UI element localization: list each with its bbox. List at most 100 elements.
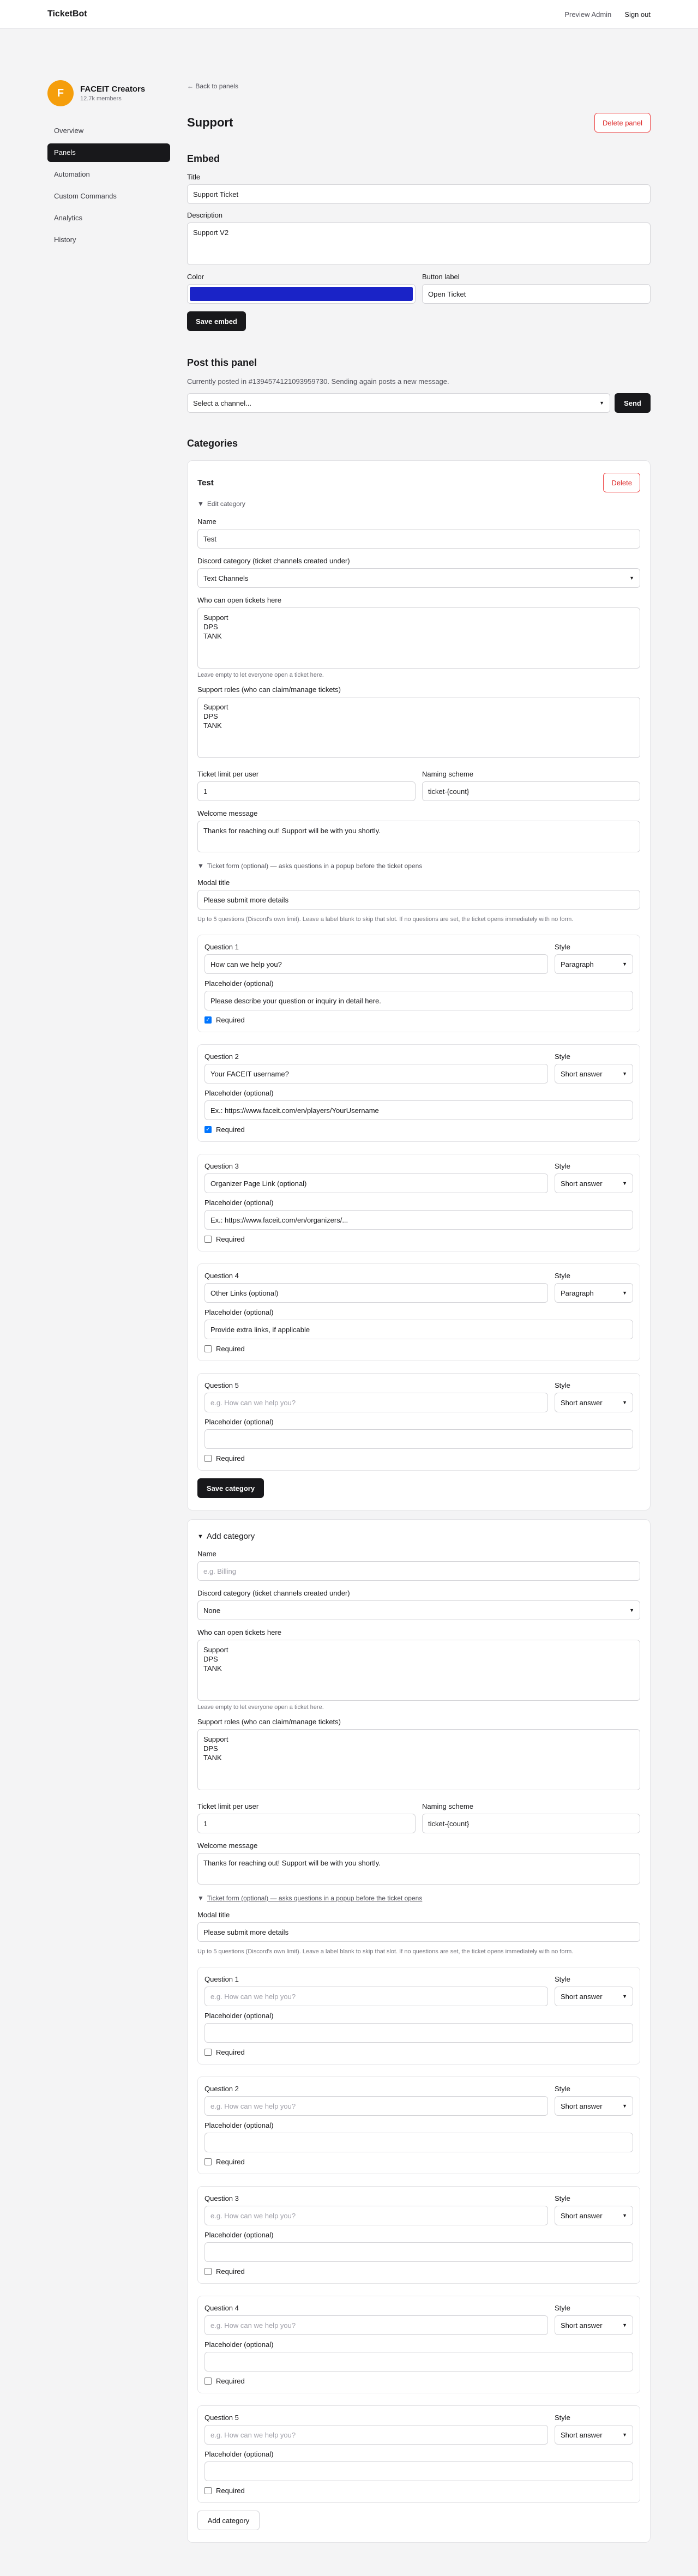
category-name-input[interactable]: Test [197, 529, 640, 549]
style-select[interactable]: Short answer ▼ [555, 1173, 633, 1193]
style-select[interactable]: Paragraph ▼ [555, 1283, 633, 1303]
ticket-limit-input[interactable]: 1 [197, 781, 416, 801]
embed-title-input[interactable]: Support Ticket [187, 184, 651, 204]
add-naming-scheme-input[interactable]: ticket-{count} [422, 1814, 640, 1833]
support-roles-list[interactable]: Support DPS TANK [197, 697, 640, 758]
add-welcome-message-textarea[interactable]: Thanks for reaching out! Support will be… [197, 1853, 640, 1885]
required-checkbox[interactable] [204, 2487, 212, 2494]
style-select[interactable]: Short answer ▼ [555, 1064, 633, 1084]
style-select[interactable]: Short answer ▼ [555, 1987, 633, 2006]
sidebar-item-overview[interactable]: Overview [47, 122, 170, 140]
style-select[interactable]: Short answer ▼ [555, 2425, 633, 2445]
color-swatch [190, 287, 413, 301]
question-input[interactable]: Other Links (optional) [204, 1283, 548, 1303]
ticket-limit-label: Ticket limit per user [197, 770, 259, 778]
placeholder-input[interactable] [204, 2352, 633, 2372]
required-label: Required [216, 2487, 245, 2495]
required-checkbox[interactable]: ✓ [204, 1126, 212, 1133]
chevron-down-icon: ▼ [622, 2322, 627, 2328]
add-discord-category-select[interactable]: None ▼ [197, 1600, 640, 1620]
brand-logo[interactable]: TicketBot [47, 9, 87, 19]
ticket-form-toggle[interactable]: ▼ Ticket form (optional) — asks questions… [197, 862, 640, 870]
embed-color-picker[interactable] [187, 284, 416, 304]
chevron-down-icon: ▼ [622, 1181, 627, 1186]
placeholder-input[interactable] [204, 2461, 633, 2481]
add-who-can-open-list[interactable]: Support DPS TANK [197, 1640, 640, 1701]
save-category-button[interactable]: Save category [197, 1478, 264, 1498]
question-input[interactable]: e.g. How can we help you? [204, 1393, 548, 1412]
placeholder-input[interactable] [204, 2023, 633, 2043]
back-to-panels-link[interactable]: ← Back to panels [187, 82, 651, 90]
placeholder-input[interactable]: Ex.: https://www.faceit.com/en/organizer… [204, 1210, 633, 1230]
required-checkbox[interactable] [204, 1345, 212, 1352]
question-input[interactable]: e.g. How can we help you? [204, 2206, 548, 2225]
category-name: Test [197, 478, 214, 487]
preview-admin-label: Preview Admin [564, 10, 612, 19]
style-select[interactable]: Short answer ▼ [555, 2206, 633, 2225]
question-input[interactable]: e.g. How can we help you? [204, 2425, 548, 2445]
required-checkbox[interactable] [204, 1455, 212, 1462]
question-label: Question 4 [204, 2304, 239, 2312]
main-content: ← Back to panels Support Delete panel Em… [187, 82, 651, 2543]
question-input[interactable]: Your FACEIT username? [204, 1064, 548, 1084]
placeholder-input[interactable] [204, 1429, 633, 1449]
add-category-button[interactable]: Add category [197, 2511, 260, 2530]
required-checkbox[interactable]: ✓ [204, 1016, 212, 1024]
placeholder-input[interactable] [204, 2242, 633, 2262]
channel-select[interactable]: Select a channel... ▼ [187, 393, 610, 413]
question-input[interactable]: e.g. How can we help you? [204, 2315, 548, 2335]
add-question-1: Question 1 e.g. How can we help you? Sty… [197, 1967, 640, 2065]
question-label: Question 5 [204, 2414, 239, 2422]
delete-category-button[interactable]: Delete [603, 473, 640, 492]
required-label: Required [216, 1126, 245, 1134]
placeholder-input[interactable]: Ex.: https://www.faceit.com/en/players/Y… [204, 1100, 633, 1120]
required-checkbox[interactable] [204, 1236, 212, 1243]
embed-description-textarea[interactable]: Support V2 [187, 222, 651, 265]
chevron-down-icon: ▼ [622, 1290, 627, 1296]
add-ticket-limit-input[interactable]: 1 [197, 1814, 416, 1833]
style-select[interactable]: Paragraph ▼ [555, 954, 633, 974]
edit-category-toggle[interactable]: ▼ Edit category [197, 500, 640, 508]
add-question-4: Question 4 e.g. How can we help you? Sty… [197, 2296, 640, 2393]
required-checkbox[interactable] [204, 2049, 212, 2056]
required-checkbox[interactable] [204, 2158, 212, 2165]
welcome-message-textarea[interactable]: Thanks for reaching out! Support will be… [197, 821, 640, 852]
save-embed-button[interactable]: Save embed [187, 311, 246, 331]
style-select[interactable]: Short answer ▼ [555, 2096, 633, 2116]
style-select[interactable]: Short answer ▼ [555, 2315, 633, 2335]
who-can-open-list[interactable]: Support DPS TANK [197, 607, 640, 669]
add-category-toggle[interactable]: ▼ Add category [197, 1532, 640, 1541]
sign-out-link[interactable]: Sign out [624, 10, 651, 19]
sidebar-item-analytics[interactable]: Analytics [47, 209, 170, 227]
sidebar-item-panels[interactable]: Panels [47, 143, 170, 162]
question-input[interactable]: e.g. How can we help you? [204, 2096, 548, 2116]
style-select[interactable]: Short answer ▼ [555, 1393, 633, 1412]
placeholder-input[interactable] [204, 2133, 633, 2152]
sidebar-item-custom-commands[interactable]: Custom Commands [47, 187, 170, 206]
button-label-input[interactable]: Open Ticket [422, 284, 651, 304]
question-input[interactable]: Organizer Page Link (optional) [204, 1173, 548, 1193]
question-input[interactable]: e.g. How can we help you? [204, 1987, 548, 2006]
question-input[interactable]: How can we help you? [204, 954, 548, 974]
sidebar-item-automation[interactable]: Automation [47, 165, 170, 184]
sidebar-item-history[interactable]: History [47, 231, 170, 249]
modal-title-input[interactable]: Please submit more details [197, 890, 640, 910]
send-button[interactable]: Send [615, 393, 651, 413]
add-ticket-form-toggle[interactable]: ▼ Ticket form (optional) — asks questions… [197, 1894, 640, 1902]
add-modal-title-input[interactable]: Please submit more details [197, 1922, 640, 1942]
chevron-down-icon: ▼ [622, 2213, 627, 2218]
required-checkbox[interactable] [204, 2268, 212, 2275]
support-roles-label: Support roles (who can claim/manage tick… [197, 685, 341, 694]
guild-member-count: 12.7k members [80, 95, 122, 102]
delete-panel-button[interactable]: Delete panel [594, 113, 651, 133]
style-label: Style [555, 1162, 570, 1170]
naming-scheme-input[interactable]: ticket-{count} [422, 781, 640, 801]
discord-category-select[interactable]: Text Channels ▼ [197, 568, 640, 588]
placeholder-input[interactable]: Please describe your question or inquiry… [204, 991, 633, 1010]
chevron-down-icon: ▼ [622, 2432, 627, 2437]
add-support-roles-list[interactable]: Support DPS TANK [197, 1729, 640, 1790]
required-checkbox[interactable] [204, 2378, 212, 2385]
add-ticket-limit-label: Ticket limit per user [197, 1802, 259, 1810]
placeholder-input[interactable]: Provide extra links, if applicable [204, 1320, 633, 1339]
add-name-input[interactable]: e.g. Billing [197, 1561, 640, 1581]
